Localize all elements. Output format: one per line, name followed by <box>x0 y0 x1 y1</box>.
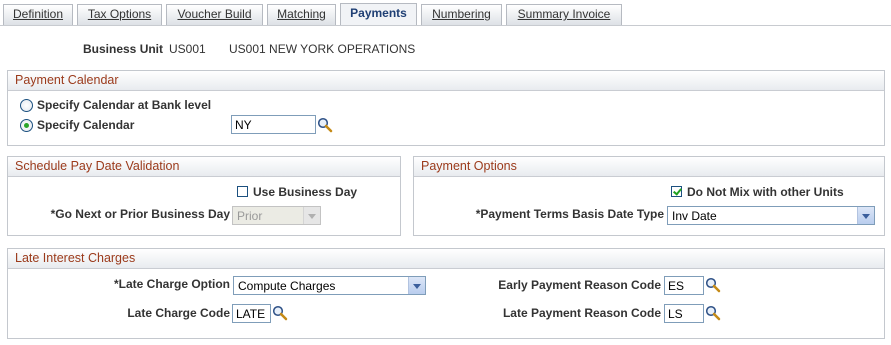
magnifier-lookup-icon[interactable] <box>272 305 288 321</box>
late-interest-group: Late Interest Charges <box>7 248 885 339</box>
terms-basis-value: Inv Date <box>672 209 717 223</box>
early-reason-input[interactable] <box>664 276 704 295</box>
schedule-validation-header: Schedule Pay Date Validation <box>8 157 400 177</box>
late-reason-label: Late Payment Reason Code <box>502 306 661 320</box>
magnifier-lookup-icon[interactable] <box>705 277 721 293</box>
tab-numbering[interactable]: Numbering <box>421 4 502 25</box>
specify-calendar-label: Specify Calendar <box>37 118 135 132</box>
magnifier-lookup-icon[interactable] <box>317 117 333 133</box>
late-charge-option-select[interactable]: Compute Charges <box>233 276 426 295</box>
tab-underline <box>0 25 891 26</box>
payment-calendar-title: Payment Calendar <box>15 73 119 87</box>
late-charge-option-value: Compute Charges <box>238 279 336 293</box>
late-reason-input[interactable] <box>664 304 704 323</box>
late-charge-code-input[interactable] <box>232 304 271 323</box>
calendar-bank-level-label: Specify Calendar at Bank level <box>37 98 212 112</box>
chevron-down-icon <box>408 277 425 294</box>
payment-options-header: Payment Options <box>414 157 884 177</box>
terms-basis-label: *Payment Terms Basis Date Type <box>475 207 664 221</box>
terms-basis-select[interactable]: Inv Date <box>667 206 875 225</box>
chevron-down-icon <box>857 207 874 224</box>
go-next-value: Prior <box>237 209 263 223</box>
calendar-bank-level-radio[interactable] <box>20 99 33 112</box>
business-unit-description: US001 NEW YORK OPERATIONS <box>229 42 416 56</box>
use-business-day-label: Use Business Day <box>253 185 358 199</box>
payment-calendar-header: Payment Calendar <box>8 71 884 91</box>
payment-options-title: Payment Options <box>421 159 517 173</box>
late-interest-title: Late Interest Charges <box>15 251 136 265</box>
tab-definition[interactable]: Definition <box>3 4 73 25</box>
go-next-label: *Go Next or Prior Business Day <box>50 207 230 221</box>
chevron-down-icon <box>303 207 320 224</box>
go-next-select[interactable]: Prior <box>232 206 321 225</box>
early-reason-label: Early Payment Reason Code <box>498 278 661 292</box>
tab-payments[interactable]: Payments <box>340 3 417 25</box>
late-interest-header: Late Interest Charges <box>8 249 884 269</box>
magnifier-lookup-icon[interactable] <box>705 305 721 321</box>
tab-bar: Definition Tax Options Voucher Build Mat… <box>0 0 891 27</box>
business-unit-code: US001 <box>169 42 206 56</box>
business-unit-label: Business Unit <box>83 42 164 56</box>
schedule-validation-title: Schedule Pay Date Validation <box>15 159 180 173</box>
late-charge-option-label: *Late Charge Option <box>113 277 230 291</box>
tab-voucher-build[interactable]: Voucher Build <box>166 4 263 25</box>
tab-matching[interactable]: Matching <box>267 4 336 25</box>
calendar-input[interactable] <box>231 115 316 134</box>
do-not-mix-label: Do Not Mix with other Units <box>687 185 844 199</box>
tab-summary-invoice[interactable]: Summary Invoice <box>506 4 622 25</box>
specify-calendar-radio[interactable] <box>20 119 33 132</box>
late-charge-code-label: Late Charge Code <box>127 306 230 320</box>
use-business-day-checkbox[interactable] <box>237 186 248 197</box>
do-not-mix-checkbox[interactable] <box>671 186 682 197</box>
tab-tax-options[interactable]: Tax Options <box>77 4 162 25</box>
